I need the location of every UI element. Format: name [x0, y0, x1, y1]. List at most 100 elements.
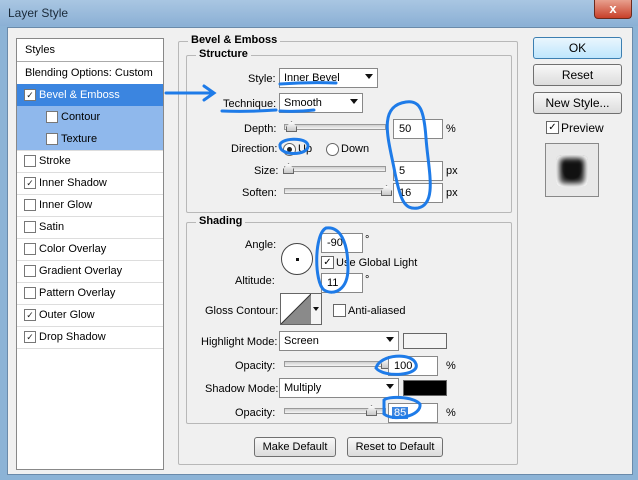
angle-dial[interactable] [281, 243, 313, 275]
style-item-color-overlay[interactable]: Color Overlay [17, 238, 163, 261]
shadow-opacity-input[interactable]: 85 [388, 403, 438, 423]
ok-button[interactable]: OK [533, 37, 622, 59]
style-item-stroke[interactable]: Stroke [17, 150, 163, 173]
shadow-color-swatch[interactable] [403, 380, 447, 396]
use-global-light-checkbox[interactable]: ✓ [321, 256, 334, 269]
style-item-label: Contour [61, 111, 101, 123]
style-item-inner-shadow[interactable]: ✓ Inner Shadow [17, 172, 163, 195]
style-item-checkbox[interactable]: ✓ [24, 177, 36, 189]
reset-button[interactable]: Reset [533, 64, 622, 86]
highlight-color-swatch[interactable] [403, 333, 447, 349]
depth-input[interactable]: 50 [393, 119, 443, 139]
style-item-contour[interactable]: Contour [17, 106, 163, 129]
style-item-outer-glow[interactable]: ✓ Outer Glow [17, 304, 163, 327]
gloss-contour-dropdown[interactable] [311, 293, 322, 325]
style-item-bevel-emboss[interactable]: ✓ Bevel & Emboss [17, 84, 163, 107]
depth-label: Depth: [244, 123, 277, 135]
size-label: Size: [254, 165, 279, 177]
anti-aliased-checkbox[interactable] [333, 304, 346, 317]
direction-label: Direction: [231, 143, 278, 155]
chevron-down-icon [386, 384, 394, 389]
highlight-opacity-label: Opacity: [235, 360, 276, 372]
close-icon: x [609, 1, 617, 16]
direction-down-label[interactable]: Down [341, 143, 369, 155]
size-slider[interactable] [283, 163, 386, 174]
styles-header[interactable]: Styles [17, 39, 163, 62]
style-item-checkbox[interactable] [24, 199, 36, 211]
direction-up-label[interactable]: Up [298, 143, 312, 155]
blending-options-item[interactable]: Blending Options: Custom [17, 62, 163, 85]
style-item-checkbox[interactable] [24, 243, 36, 255]
shadow-mode-label: Shadow Mode: [205, 383, 279, 395]
soften-input[interactable]: 16 [393, 183, 443, 203]
style-item-label: Pattern Overlay [39, 287, 116, 299]
bevel-emboss-title: Bevel & Emboss [188, 34, 281, 46]
style-item-checkbox[interactable] [46, 111, 58, 123]
make-default-button[interactable]: Make Default [254, 437, 336, 457]
depth-unit: % [446, 123, 456, 135]
style-item-label: Gradient Overlay [39, 265, 123, 277]
style-item-checkbox[interactable]: ✓ [24, 309, 36, 321]
angle-unit: ° [365, 234, 370, 246]
chevron-down-icon [350, 99, 358, 104]
style-item-pattern-overlay[interactable]: Pattern Overlay [17, 282, 163, 305]
highlight-mode-select[interactable]: Screen [279, 331, 399, 351]
style-item-label: Stroke [39, 155, 71, 167]
direction-up-radio[interactable] [283, 143, 296, 156]
altitude-input[interactable]: 11 [321, 273, 363, 293]
style-item-label: Drop Shadow [39, 331, 106, 343]
style-item-checkbox[interactable] [46, 133, 58, 145]
preview-checkbox[interactable]: ✓ [546, 121, 559, 134]
style-item-drop-shadow[interactable]: ✓ Drop Shadow [17, 326, 163, 349]
technique-label: Technique: [223, 98, 277, 110]
soften-unit: px [446, 187, 458, 199]
preview-label[interactable]: Preview [561, 121, 604, 135]
shading-title: Shading [196, 215, 246, 227]
style-item-texture[interactable]: Texture [17, 128, 163, 151]
window-title: Layer Style [8, 6, 69, 20]
highlight-opacity-slider[interactable] [284, 358, 392, 369]
angle-input[interactable]: -90 [321, 233, 363, 253]
shadow-mode-select[interactable]: Multiply [279, 378, 399, 398]
style-item-checkbox[interactable]: ✓ [24, 89, 36, 101]
style-item-inner-glow[interactable]: Inner Glow [17, 194, 163, 217]
angle-label: Angle: [245, 239, 277, 251]
style-item-checkbox[interactable]: ✓ [24, 331, 36, 343]
direction-down-radio[interactable] [326, 143, 339, 156]
highlight-mode-label: Highlight Mode: [201, 336, 278, 348]
style-item-label: Bevel & Emboss [39, 89, 120, 101]
anti-aliased-label[interactable]: Anti-aliased [348, 305, 405, 317]
contour-curve-icon [281, 294, 311, 324]
style-item-checkbox[interactable] [24, 265, 36, 277]
size-input[interactable]: 5 [393, 161, 443, 181]
title-bar[interactable]: Layer Style x [0, 0, 638, 26]
style-item-satin[interactable]: Satin [17, 216, 163, 239]
size-unit: px [446, 165, 458, 177]
reset-to-default-button[interactable]: Reset to Default [347, 437, 443, 457]
chevron-down-icon [386, 337, 394, 342]
structure-title: Structure [196, 48, 251, 60]
highlight-opacity-input[interactable]: 100 [388, 356, 438, 376]
style-item-gradient-overlay[interactable]: Gradient Overlay [17, 260, 163, 283]
preview-swatch [556, 155, 588, 187]
style-preview-thumbnail [545, 143, 599, 197]
shadow-opacity-slider[interactable] [284, 405, 386, 416]
chevron-down-icon [365, 74, 373, 79]
close-button[interactable]: x [594, 0, 632, 19]
style-item-label: Outer Glow [39, 309, 95, 321]
style-item-label: Inner Glow [39, 199, 93, 211]
style-item-label: Color Overlay [39, 243, 107, 255]
depth-slider[interactable] [284, 121, 386, 132]
gloss-contour-preview[interactable] [280, 293, 312, 325]
style-select[interactable]: Inner Bevel [279, 68, 378, 88]
technique-select[interactable]: Smooth [279, 93, 363, 113]
style-item-checkbox[interactable] [24, 221, 36, 233]
styles-list: Styles Blending Options: Custom ✓ Bevel &… [16, 38, 164, 470]
new-style-button[interactable]: New Style... [533, 92, 622, 114]
style-item-label: Inner Shadow [39, 177, 107, 189]
shadow-opacity-label: Opacity: [235, 407, 276, 419]
style-item-checkbox[interactable] [24, 287, 36, 299]
soften-slider[interactable] [284, 185, 392, 196]
use-global-light-label[interactable]: Use Global Light [336, 257, 417, 269]
style-item-checkbox[interactable] [24, 155, 36, 167]
